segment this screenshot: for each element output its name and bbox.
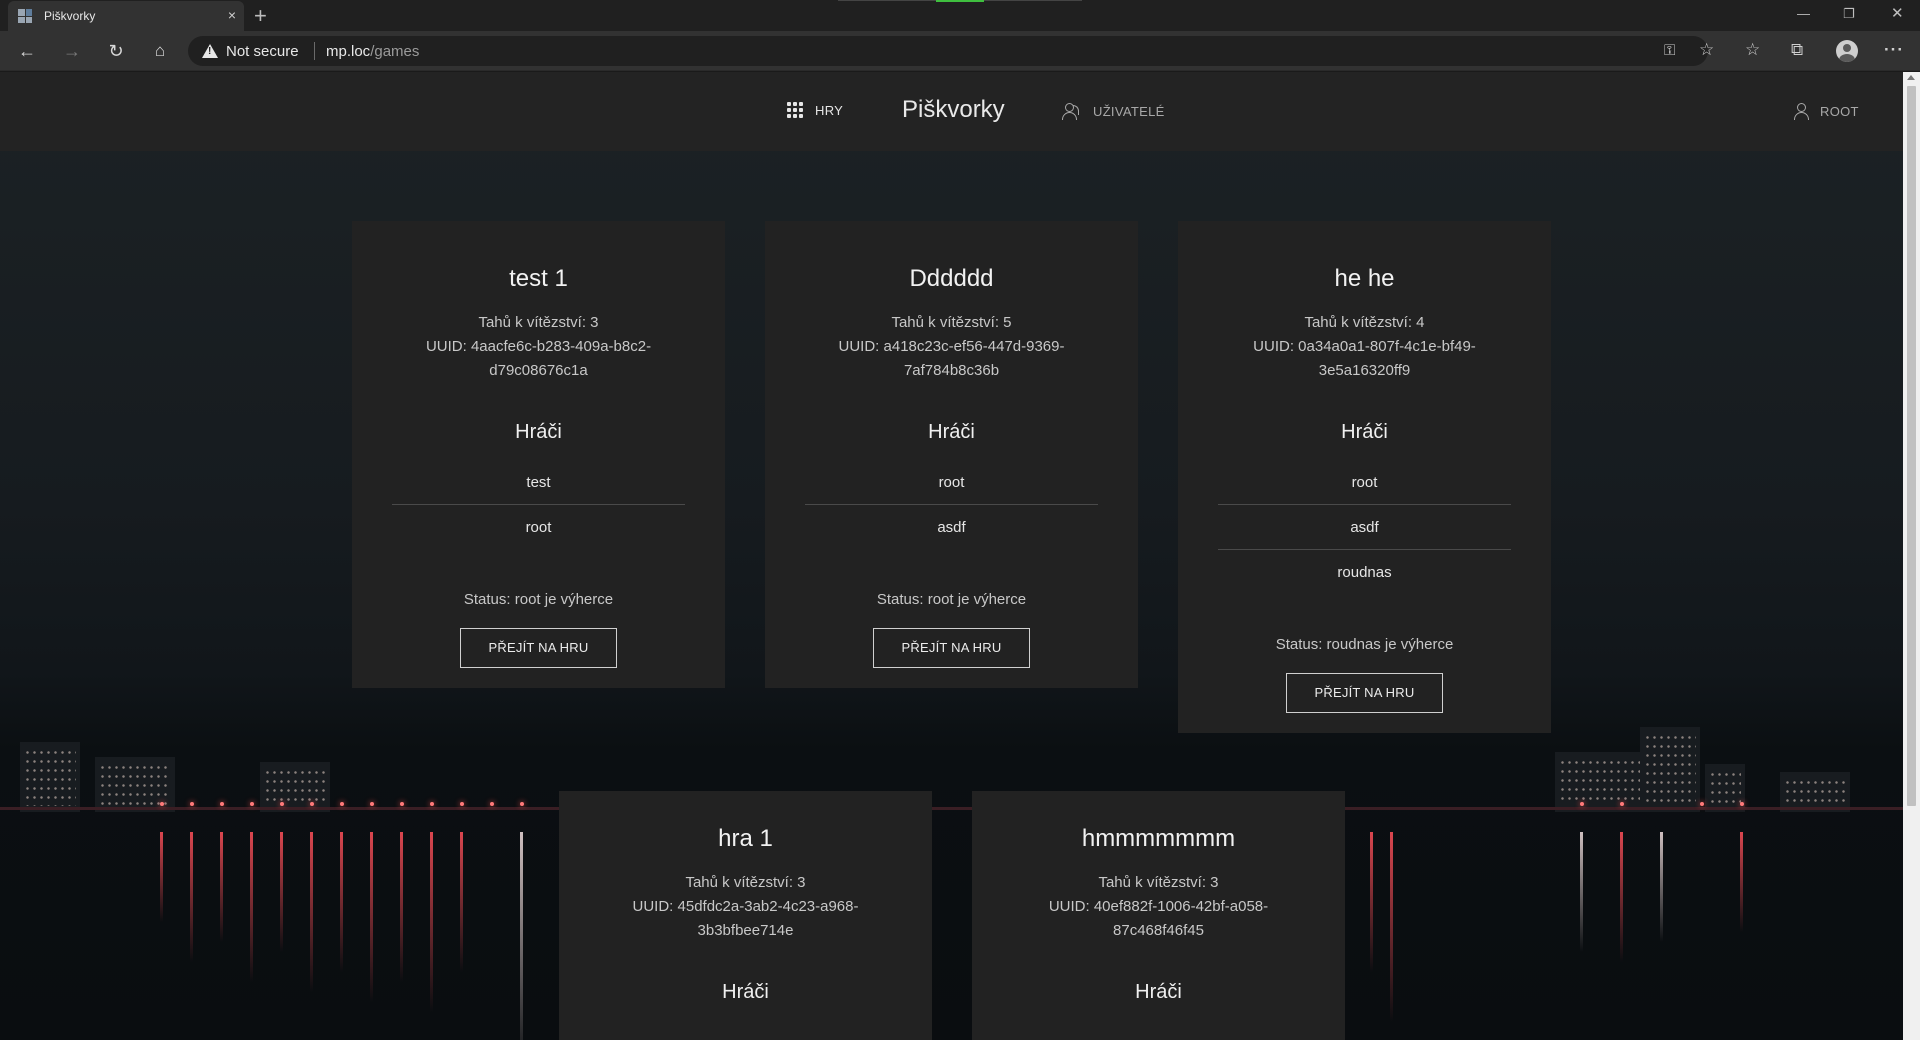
scroll-thumb[interactable]: [1907, 86, 1916, 806]
restore-icon[interactable]: ❐: [1843, 6, 1855, 22]
players-heading: Hráči: [722, 981, 769, 1003]
players-heading: Hráči: [1135, 981, 1182, 1003]
go-to-game-button[interactable]: PŘEJÍT NA HRU: [1286, 673, 1443, 713]
new-tab-button[interactable]: +: [254, 3, 267, 29]
users-icon: [1061, 102, 1083, 120]
players-heading: Hráči: [1341, 421, 1388, 443]
nav-users-link[interactable]: UŽIVATELÉ: [1061, 102, 1165, 120]
game-title: he he: [1334, 265, 1395, 292]
refresh-icon[interactable]: ↻: [105, 40, 127, 62]
more-icon[interactable]: ···: [1884, 40, 1904, 60]
back-icon[interactable]: ←: [16, 40, 38, 62]
nav-games-link[interactable]: HRY: [787, 102, 843, 118]
favorite-add-icon[interactable]: ☆: [1699, 40, 1714, 60]
game-meta: Tahů k vítězství: 3 UUID: 45dfdc2a-3ab2-…: [559, 871, 932, 943]
collections-icon[interactable]: ⧉: [1791, 40, 1803, 60]
url-host: mp.loc: [326, 43, 371, 60]
moves-to-win: Tahů k vítězství: 3: [1098, 874, 1219, 891]
key-icon[interactable]: ⚿: [1664, 42, 1675, 59]
game-uuid: UUID: 4aacfe6c-b283-409a-b8c2-d79c08676c…: [425, 338, 652, 379]
player-list: root asdf roudnas: [1218, 460, 1511, 595]
game-card: test 1 Tahů k vítězství: 3 UUID: 4aacfe6…: [352, 221, 725, 688]
game-status: Status: root je výherce: [876, 591, 1027, 608]
players-heading: Hráči: [515, 421, 562, 443]
page-viewport: HRY Piškvorky UŽIVATELÉ ROOT test 1 Tahů…: [0, 72, 1903, 1040]
player-item: asdf: [1218, 505, 1511, 550]
grid-icon: [787, 102, 803, 118]
moves-to-win: Tahů k vítězství: 3: [478, 314, 599, 331]
game-uuid: UUID: 40ef882f-1006-42bf-a058-87c468f46f…: [1048, 898, 1269, 939]
game-card: Dddddd Tahů k vítězství: 5 UUID: a418c23…: [765, 221, 1138, 688]
player-item: roudnas: [1337, 564, 1392, 581]
player-item: root: [1218, 460, 1511, 505]
nav-games-label: HRY: [815, 102, 844, 118]
game-card: hmmmmmmm Tahů k vítězství: 3 UUID: 40ef8…: [972, 791, 1345, 1040]
browser-tab[interactable]: Piškvorky ×: [8, 1, 244, 31]
game-status: Status: root je výherce: [463, 591, 614, 608]
security-label[interactable]: Not secure: [226, 43, 299, 60]
tab-close-icon[interactable]: ×: [228, 7, 236, 23]
nav-account-label: ROOT: [1820, 103, 1859, 119]
moves-to-win: Tahů k vítězství: 5: [891, 314, 1012, 331]
game-card: hra 1 Tahů k vítězství: 3 UUID: 45dfdc2a…: [559, 791, 932, 1040]
game-status: Status: roudnas je výherce: [1275, 636, 1454, 653]
nav-account-link[interactable]: ROOT: [1792, 102, 1859, 120]
moves-to-win: Tahů k vítězství: 3: [685, 874, 806, 891]
game-card: he he Tahů k vítězství: 4 UUID: 0a34a0a1…: [1178, 221, 1551, 733]
player-list: root asdf: [805, 460, 1098, 550]
warning-icon[interactable]: [202, 44, 218, 58]
forward-icon[interactable]: →: [61, 40, 83, 62]
browser-tab-bar: Piškvorky × + — ❐ ✕: [0, 0, 1920, 31]
favorites-icon[interactable]: ☆: [1745, 40, 1760, 60]
profile-icon[interactable]: [1836, 40, 1858, 62]
url-path: /games: [370, 43, 420, 60]
player-item: asdf: [937, 519, 966, 536]
user-icon: [1792, 102, 1810, 120]
minimize-icon[interactable]: —: [1797, 6, 1810, 21]
scroll-up-icon[interactable]: [1907, 75, 1915, 80]
go-to-game-button[interactable]: PŘEJÍT NA HRU: [460, 628, 617, 668]
game-meta: Tahů k vítězství: 3 UUID: 4aacfe6c-b283-…: [352, 311, 725, 383]
game-title: hra 1: [718, 825, 773, 852]
tab-title: Piškvorky: [44, 9, 96, 23]
game-title: Dddddd: [909, 265, 994, 292]
game-title: hmmmmmmm: [1081, 825, 1236, 852]
game-meta: Tahů k vítězství: 5 UUID: a418c23c-ef56-…: [765, 311, 1138, 383]
player-item: root: [805, 460, 1098, 505]
go-to-game-button[interactable]: PŘEJÍT NA HRU: [873, 628, 1030, 668]
drag-region-indicator: [936, 0, 984, 2]
page-scrollbar[interactable]: [1903, 72, 1920, 1040]
game-uuid: UUID: a418c23c-ef56-447d-9369-7af784b8c3…: [838, 338, 1065, 379]
top-navigation: HRY Piškvorky UŽIVATELÉ ROOT: [0, 72, 1903, 151]
url-text[interactable]: mp.loc/games: [326, 43, 419, 60]
favicon-icon: [18, 9, 32, 23]
url-separator: [314, 42, 315, 60]
game-uuid: UUID: 45dfdc2a-3ab2-4c23-a968-3b3bfbee71…: [632, 898, 859, 939]
nav-users-label: UŽIVATELÉ: [1093, 103, 1165, 119]
players-heading: Hráči: [928, 421, 975, 443]
moves-to-win: Tahů k vítězství: 4: [1304, 314, 1425, 331]
game-meta: Tahů k vítězství: 3 UUID: 40ef882f-1006-…: [972, 871, 1345, 943]
player-list: test root: [392, 460, 685, 550]
home-icon[interactable]: ⌂: [149, 40, 171, 62]
player-item: root: [525, 519, 552, 536]
game-title: test 1: [509, 265, 568, 292]
brand-title[interactable]: Piškvorky: [902, 96, 1005, 124]
window-close-icon[interactable]: ✕: [1891, 4, 1904, 22]
browser-toolbar: ← → ↻ ⌂ Not secure mp.loc/games ⚿ ☆ ☆ ⧉ …: [0, 31, 1920, 71]
player-item: test: [392, 460, 685, 505]
game-meta: Tahů k vítězství: 4 UUID: 0a34a0a1-807f-…: [1178, 311, 1551, 383]
address-bar[interactable]: Not secure mp.loc/games ⚿ ☆: [188, 36, 1714, 66]
game-uuid: UUID: 0a34a0a1-807f-4c1e-bf49-3e5a16320f…: [1253, 338, 1476, 379]
